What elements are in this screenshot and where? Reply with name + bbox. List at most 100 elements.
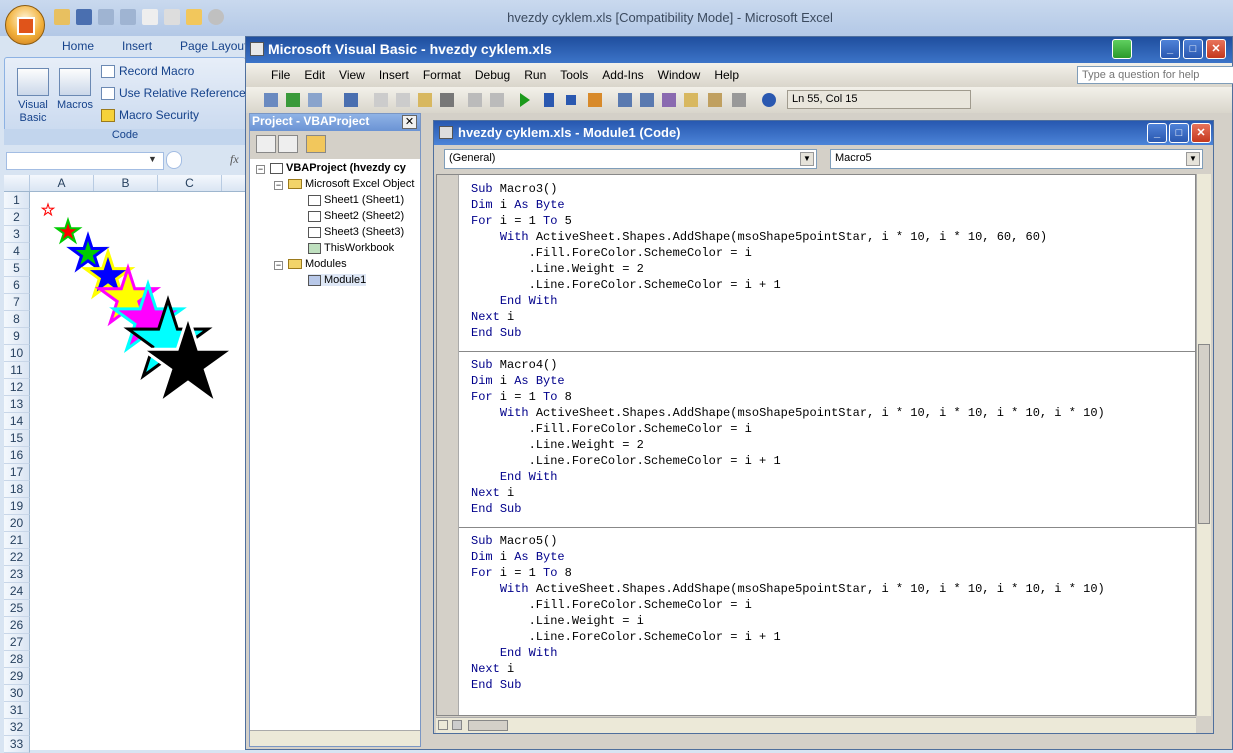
help-icon[interactable]: [762, 93, 776, 107]
row-header[interactable]: 22: [4, 549, 30, 566]
chevron-down-icon[interactable]: ▼: [800, 152, 814, 166]
undo-icon[interactable]: [468, 93, 482, 107]
menu-tools[interactable]: Tools: [553, 68, 595, 82]
close-tool-icon[interactable]: [732, 93, 746, 107]
tree-excel-objects[interactable]: Microsoft Excel Object: [288, 178, 414, 190]
select-pointer-icon[interactable]: [186, 9, 202, 25]
select-all-corner[interactable]: [4, 175, 30, 191]
fx-icon[interactable]: fx: [230, 152, 239, 167]
close-button[interactable]: ✕: [1191, 123, 1211, 143]
menu-help[interactable]: Help: [707, 68, 746, 82]
row-header[interactable]: 2: [4, 209, 30, 226]
row-header[interactable]: 24: [4, 583, 30, 600]
undo-icon[interactable]: [98, 9, 114, 25]
column-header-c[interactable]: C: [158, 175, 222, 191]
visual-basic-button[interactable]: Visual Basic: [13, 68, 53, 125]
tools-icon[interactable]: [708, 93, 722, 107]
row-header[interactable]: 28: [4, 651, 30, 668]
row-header[interactable]: 31: [4, 702, 30, 719]
view-excel-icon[interactable]: [264, 93, 278, 107]
collapse-icon[interactable]: −: [274, 261, 283, 270]
row-header[interactable]: 25: [4, 600, 30, 617]
formula-cancel-button[interactable]: [166, 151, 182, 169]
excel-switch-icon[interactable]: [1112, 39, 1132, 59]
menu-insert[interactable]: Insert: [372, 68, 416, 82]
code-horizontal-scrollbar[interactable]: [436, 717, 1196, 733]
close-icon[interactable]: ✕: [402, 115, 417, 129]
row-header[interactable]: 12: [4, 379, 30, 396]
help-search-input[interactable]: [1077, 66, 1233, 84]
menu-debug[interactable]: Debug: [468, 68, 517, 82]
menu-file[interactable]: File: [264, 68, 297, 82]
collapse-icon[interactable]: −: [274, 181, 283, 190]
run-icon[interactable]: [520, 93, 530, 107]
menu-add-ins[interactable]: Add-Ins: [595, 68, 650, 82]
toggle-folders-button[interactable]: [306, 135, 326, 153]
maximize-button[interactable]: □: [1169, 123, 1189, 143]
paste-icon[interactable]: [418, 93, 432, 107]
minimize-button[interactable]: _: [1160, 39, 1180, 59]
menu-run[interactable]: Run: [517, 68, 553, 82]
object-browser-icon[interactable]: [662, 93, 676, 107]
code-margin-bar[interactable]: [437, 175, 459, 715]
redo-icon[interactable]: [120, 9, 136, 25]
minimize-button[interactable]: _: [1147, 123, 1167, 143]
tree-sheet2[interactable]: Sheet2 (Sheet2): [308, 210, 404, 222]
row-header[interactable]: 32: [4, 719, 30, 736]
object-dropdown[interactable]: (General) ▼: [444, 149, 817, 169]
maximize-button[interactable]: □: [1183, 39, 1203, 59]
excel-icon[interactable]: [286, 93, 300, 107]
tree-vbaproject[interactable]: VBAProject (hvezdy cy: [270, 162, 406, 174]
row-header[interactable]: 6: [4, 277, 30, 294]
row-header[interactable]: 3: [4, 226, 30, 243]
code-text[interactable]: Sub Macro3() Dim i As Byte For i = 1 To …: [471, 181, 1105, 693]
menu-window[interactable]: Window: [651, 68, 708, 82]
record-macro-button[interactable]: Record Macro: [101, 64, 194, 78]
star-shape[interactable]: [66, 231, 110, 273]
collapse-icon[interactable]: −: [256, 165, 265, 174]
column-header-a[interactable]: A: [30, 175, 94, 191]
office-button[interactable]: [5, 5, 45, 45]
shape-icon[interactable]: [208, 9, 224, 25]
tab-insert[interactable]: Insert: [108, 36, 166, 58]
menu-format[interactable]: Format: [416, 68, 468, 82]
menu-edit[interactable]: Edit: [297, 68, 332, 82]
row-header[interactable]: 4: [4, 243, 30, 260]
tree-sheet1[interactable]: Sheet1 (Sheet1): [308, 194, 404, 206]
row-header[interactable]: 7: [4, 294, 30, 311]
row-header[interactable]: 21: [4, 532, 30, 549]
code-vertical-scrollbar[interactable]: [1196, 174, 1211, 716]
tab-home[interactable]: Home: [48, 36, 108, 58]
tree-sheet3[interactable]: Sheet3 (Sheet3): [308, 226, 404, 238]
row-header[interactable]: 20: [4, 515, 30, 532]
tree-thisworkbook[interactable]: ThisWorkbook: [308, 242, 394, 254]
tree-module1[interactable]: Module1: [308, 274, 367, 286]
row-header[interactable]: 14: [4, 413, 30, 430]
star-shape[interactable]: [40, 202, 56, 217]
project-horizontal-scrollbar[interactable]: [250, 730, 420, 746]
macro-security-button[interactable]: Macro Security: [101, 108, 199, 122]
scrollbar-thumb[interactable]: [468, 720, 508, 731]
save-icon[interactable]: [76, 9, 92, 25]
insert-module-icon[interactable]: [308, 93, 322, 107]
star-shapes[interactable]: [30, 192, 245, 402]
chevron-down-icon[interactable]: ▼: [1186, 152, 1200, 166]
row-header[interactable]: 17: [4, 464, 30, 481]
close-button[interactable]: ✕: [1206, 39, 1226, 59]
project-explorer-icon[interactable]: [618, 93, 632, 107]
view-object-button[interactable]: [278, 135, 298, 153]
reset-icon[interactable]: [566, 95, 576, 105]
row-header[interactable]: 18: [4, 481, 30, 498]
tree-modules[interactable]: Modules: [288, 258, 347, 270]
design-mode-icon[interactable]: [588, 93, 602, 107]
row-header[interactable]: 30: [4, 685, 30, 702]
row-header[interactable]: 11: [4, 362, 30, 379]
star-shape[interactable]: [53, 216, 83, 245]
view-code-button[interactable]: [256, 135, 276, 153]
row-header[interactable]: 15: [4, 430, 30, 447]
toolbox-icon[interactable]: [684, 93, 698, 107]
print-icon[interactable]: [164, 9, 180, 25]
procedure-dropdown[interactable]: Macro5 ▼: [830, 149, 1203, 169]
row-header[interactable]: 29: [4, 668, 30, 685]
row-header[interactable]: 1: [4, 192, 30, 209]
